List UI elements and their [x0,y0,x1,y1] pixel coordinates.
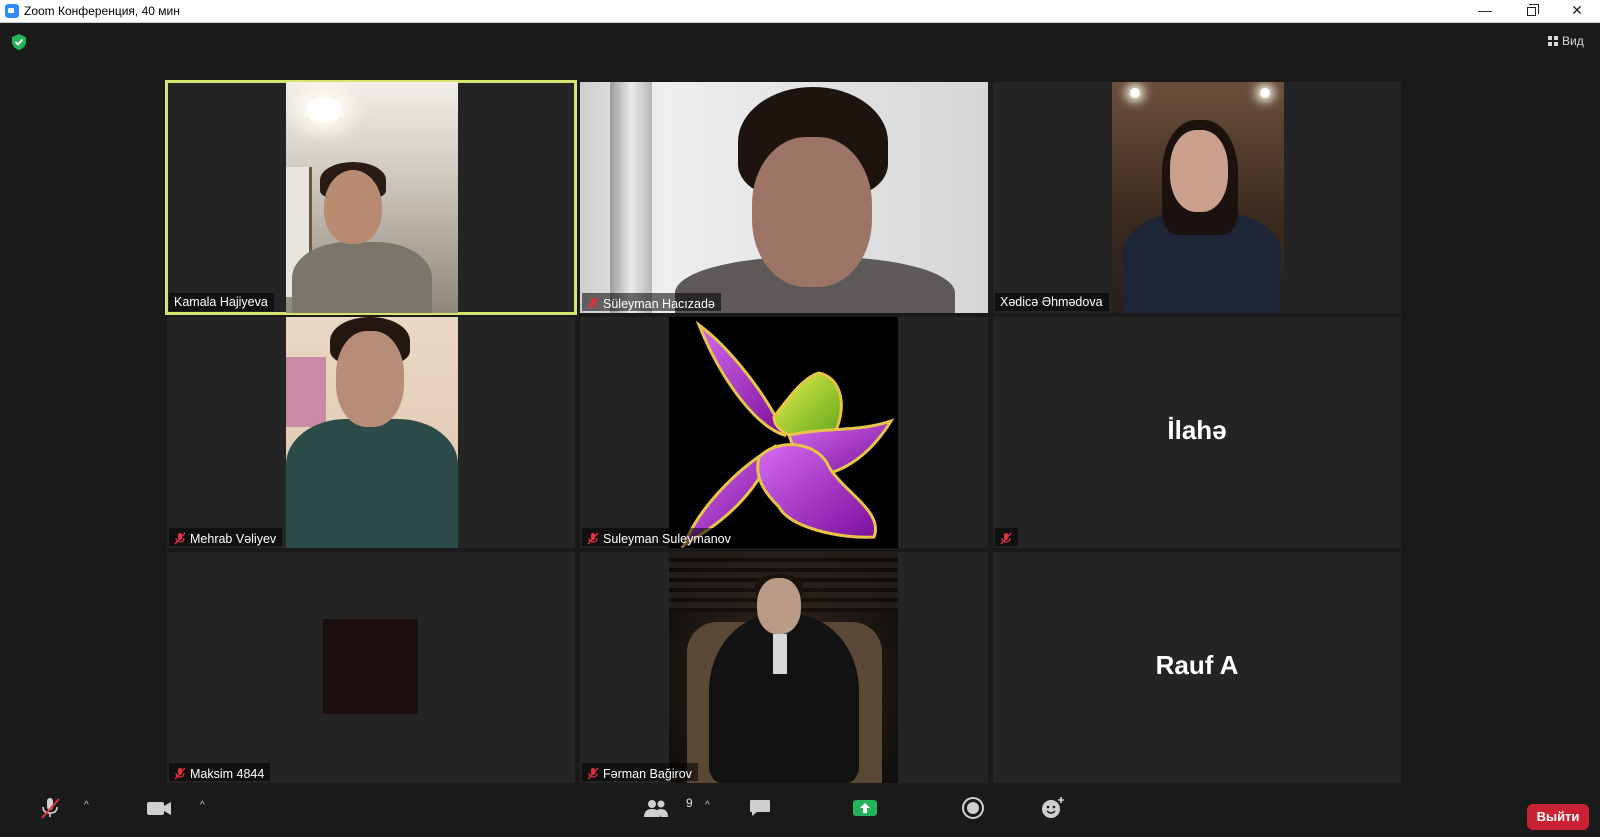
participant-name-tag: Kamala Hajiyeva [169,293,274,311]
view-button-label: Вид [1562,34,1584,48]
participant-name-tag: Xədicə Əhmədova [995,293,1109,311]
video-tile[interactable]: Mehrab Vəliyev [167,317,575,548]
muted-mic-icon [1000,532,1012,545]
participant-name: Kamala Hajiyeva [174,295,268,309]
participant-video [323,619,418,714]
participant-display-name: İlahə [1167,415,1227,445]
participant-name: Süleyman Hacızadə [603,297,715,311]
video-tile[interactable]: Maksim 4844 [167,552,575,783]
participant-name: Fərman Bağirov [603,767,692,781]
muted-mic-icon [174,532,186,545]
participant-name: Suleyman Suleymanov [603,532,731,546]
participant-name: Mehrab Vəliyev [190,532,277,546]
leave-meeting-button[interactable]: Выйти [1527,804,1589,830]
security-shield-icon[interactable] [12,34,26,50]
video-tile[interactable]: İlahə [993,317,1401,548]
video-tile[interactable]: Kamala Hajiyeva [165,80,577,315]
participant-name-tag: Süleyman Hacızadə [582,293,721,311]
reactions-button[interactable] [1040,796,1066,820]
view-button[interactable]: Вид [1548,34,1584,48]
participant-name: Maksim 4844 [190,767,265,781]
window-titlebar: Zoom Конференция, 40 мин — ✕ [0,0,1600,23]
mute-audio-button[interactable] [38,796,62,820]
participant-name-tag: Maksim 4844 [169,763,271,781]
participant-name-tag: Mehrab Vəliyev [169,528,283,546]
participant-display-name: Rauf A [1155,650,1239,680]
record-button[interactable] [961,796,985,820]
participant-name-tag: Suleyman Suleymanov [582,528,737,546]
video-tile[interactable]: Fərman Bağirov [580,552,988,783]
zoom-app-icon [5,4,19,18]
participant-video [1112,82,1284,313]
participants-options-caret[interactable]: ^ [705,801,715,811]
muted-mic-icon [587,297,599,310]
chat-button[interactable] [748,796,772,820]
start-video-button[interactable] [146,796,172,820]
video-tile[interactable]: Xədicə Əhmədova [993,82,1401,313]
profile-picture [669,552,898,783]
maximize-button[interactable] [1508,0,1554,22]
profile-picture [669,317,898,548]
restore-icon [1526,4,1539,16]
participant-video [580,82,988,313]
share-screen-button[interactable] [852,796,878,820]
participants-count: 9 [686,796,693,810]
meeting-toolbar: ^ ^ 9 ^ Выйти [0,786,1600,837]
participant-video [286,82,458,313]
muted-mic-icon [587,532,599,545]
participant-name: Xədicə Əhmədova [1000,295,1103,309]
video-options-caret[interactable]: ^ [200,801,210,811]
participant-video [286,317,458,548]
flower-dove-logo [681,320,895,548]
video-tile[interactable]: Rauf A [993,552,1401,783]
participant-name-tag: Fərman Bağirov [582,763,698,781]
video-tile[interactable]: Suleyman Suleymanov [580,317,988,548]
participant-name-tag [995,528,1018,546]
participants-button[interactable] [643,796,669,820]
minimize-button[interactable]: — [1462,0,1508,22]
muted-mic-icon [587,767,599,780]
muted-mic-icon [174,767,186,780]
close-button[interactable]: ✕ [1554,0,1600,22]
window-title: Zoom Конференция, 40 мин [24,4,180,18]
meeting-gallery: Вид Kamala Hajiyeva Süleyman Hacızadə Xə… [0,23,1600,786]
video-tile[interactable]: Süleyman Hacızadə [580,82,988,313]
gallery-grid-icon [1548,36,1558,46]
audio-options-caret[interactable]: ^ [84,801,94,811]
